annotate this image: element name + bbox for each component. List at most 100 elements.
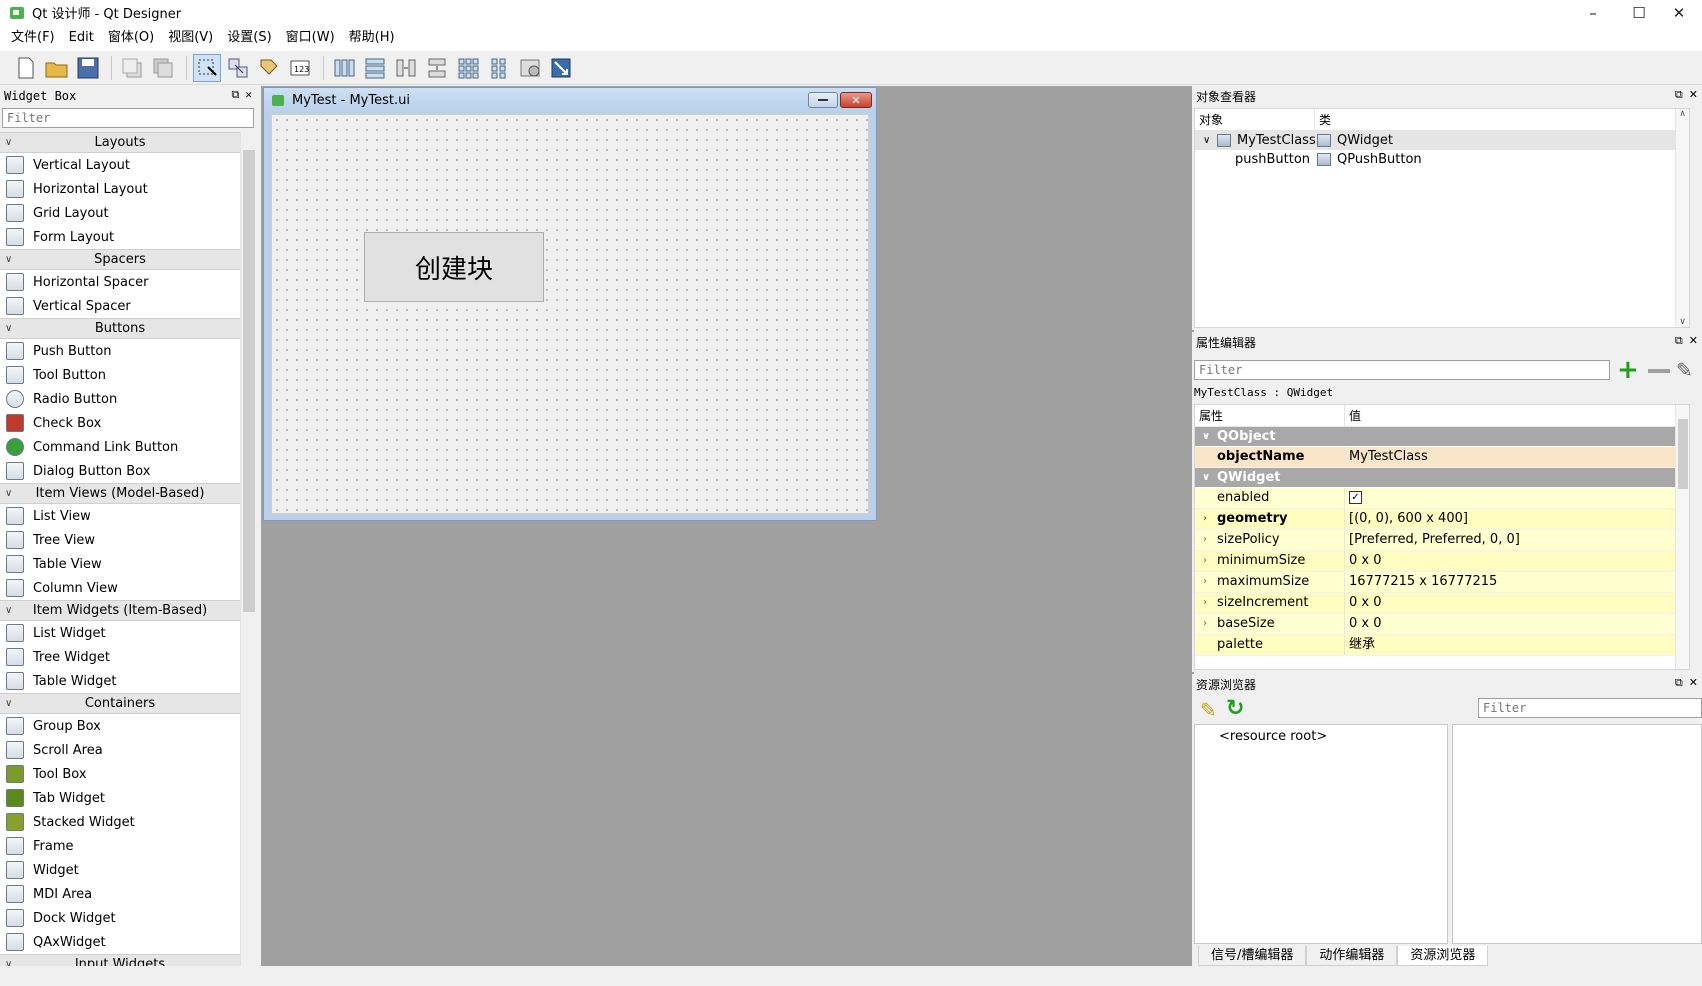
layout-grid-icon[interactable] xyxy=(454,54,482,82)
list-item[interactable]: Table View xyxy=(0,552,240,576)
menu-view[interactable]: 视图(V) xyxy=(161,25,220,51)
list-item[interactable]: Vertical Layout xyxy=(0,153,240,177)
menu-window[interactable]: 窗口(W) xyxy=(279,25,342,51)
refresh-icon[interactable]: ↻ xyxy=(1226,696,1244,721)
list-item[interactable]: Command Link Button xyxy=(0,435,240,459)
category-layouts[interactable]: ∨ Layouts xyxy=(0,132,240,153)
resource-filter-input[interactable] xyxy=(1478,698,1702,718)
list-item[interactable]: Column View xyxy=(0,576,240,600)
chevron-right-icon[interactable]: › xyxy=(1203,530,1207,550)
group-qobject[interactable]: ∨ QObject xyxy=(1195,427,1689,447)
list-item[interactable]: Scroll Area xyxy=(0,738,240,762)
table-row[interactable]: › sizeIncrement 0 x 0 xyxy=(1195,593,1689,614)
category-input-widgets[interactable]: ∨ Input Widgets xyxy=(0,954,240,966)
category-containers[interactable]: ∨ Containers xyxy=(0,693,240,714)
list-item[interactable]: Form Layout xyxy=(0,225,240,249)
form-title-bar[interactable]: MyTest - MyTest.ui ✕ xyxy=(264,88,876,112)
push-button[interactable]: 创建块 xyxy=(364,232,544,302)
menu-settings[interactable]: 设置(S) xyxy=(220,25,278,51)
copy-icon[interactable] xyxy=(118,54,146,82)
list-item[interactable]: Check Box xyxy=(0,411,240,435)
layout-horizontal-icon[interactable] xyxy=(330,54,358,82)
list-item[interactable]: Group Box xyxy=(0,714,240,738)
adjust-size-icon[interactable] xyxy=(547,54,575,82)
list-item[interactable]: Tree Widget xyxy=(0,645,240,669)
resource-root-item[interactable]: <resource root> xyxy=(1219,729,1327,744)
layout-form-icon[interactable] xyxy=(485,54,513,82)
category-buttons[interactable]: ∨ Buttons xyxy=(0,318,240,339)
col-object[interactable]: 对象 xyxy=(1195,109,1315,130)
list-item[interactable]: QAxWidget xyxy=(0,930,240,954)
group-qwidget[interactable]: ∨ QWidget xyxy=(1195,468,1689,488)
pencil-icon[interactable]: ✎ xyxy=(1200,698,1217,722)
tree-row[interactable]: pushButton QPushButton xyxy=(1195,150,1689,169)
wrench-icon[interactable]: ✎ xyxy=(1676,358,1693,382)
edit-tab-order-icon[interactable]: 123 xyxy=(286,54,314,82)
widget-box-scrollbar[interactable] xyxy=(240,132,256,966)
layout-v-splitter-icon[interactable] xyxy=(423,54,451,82)
list-item[interactable]: Table Widget xyxy=(0,669,240,693)
scrollbar-thumb[interactable] xyxy=(243,150,255,612)
list-item[interactable]: Horizontal Spacer xyxy=(0,270,240,294)
property-filter-input[interactable] xyxy=(1194,360,1610,380)
table-row[interactable]: › sizePolicy [Preferred, Preferred, 0, 0] xyxy=(1195,530,1689,551)
new-file-icon[interactable] xyxy=(12,54,40,82)
float-icon[interactable]: ⧉ xyxy=(1675,88,1683,102)
list-item[interactable]: Tool Button xyxy=(0,363,240,387)
chevron-right-icon[interactable]: › xyxy=(1203,614,1207,634)
chevron-right-icon[interactable]: › xyxy=(1203,551,1207,571)
chevron-right-icon[interactable]: › xyxy=(1203,593,1207,613)
table-row[interactable]: › maximumSize 16777215 x 16777215 xyxy=(1195,572,1689,593)
close-icon[interactable]: ✕ xyxy=(1689,334,1698,348)
list-item[interactable]: Stacked Widget xyxy=(0,810,240,834)
add-property-icon[interactable]: + xyxy=(1617,357,1639,383)
layout-h-splitter-icon[interactable] xyxy=(392,54,420,82)
float-icon[interactable]: ⧉ xyxy=(1675,676,1683,690)
edit-buddies-icon[interactable] xyxy=(255,54,283,82)
save-icon[interactable] xyxy=(74,54,102,82)
tab-action-editor[interactable]: 动作编辑器 xyxy=(1306,946,1398,966)
table-row[interactable]: enabled ✓ xyxy=(1195,488,1689,509)
list-item[interactable]: MDI Area xyxy=(0,882,240,906)
table-row[interactable]: palette 继承 xyxy=(1195,635,1689,656)
open-folder-icon[interactable] xyxy=(43,54,71,82)
list-item[interactable]: List View xyxy=(0,504,240,528)
list-item[interactable]: Vertical Spacer xyxy=(0,294,240,318)
list-item[interactable]: Frame xyxy=(0,834,240,858)
list-item[interactable]: Tree View xyxy=(0,528,240,552)
menu-help[interactable]: 帮助(H) xyxy=(342,25,402,51)
chevron-right-icon[interactable]: › xyxy=(1203,509,1207,529)
list-item[interactable]: List Widget xyxy=(0,621,240,645)
chevron-right-icon[interactable]: › xyxy=(1203,572,1207,592)
layout-vertical-icon[interactable] xyxy=(361,54,389,82)
menu-file[interactable]: 文件(F) xyxy=(4,25,62,51)
list-item[interactable]: Tool Box xyxy=(0,762,240,786)
close-icon[interactable]: ✕ xyxy=(1689,88,1698,102)
list-item[interactable]: Horizontal Layout xyxy=(0,177,240,201)
table-row[interactable]: › minimumSize 0 x 0 xyxy=(1195,551,1689,572)
break-layout-icon[interactable] xyxy=(516,54,544,82)
widget-filter-input[interactable] xyxy=(2,108,254,128)
close-button[interactable]: ✕ xyxy=(1656,0,1702,25)
close-icon[interactable]: ✕ xyxy=(245,88,252,102)
list-item[interactable]: Push Button xyxy=(0,339,240,363)
edit-signals-icon[interactable] xyxy=(224,54,252,82)
list-item[interactable]: Dock Widget xyxy=(0,906,240,930)
scrollbar-thumb[interactable] xyxy=(1678,419,1688,489)
float-icon[interactable]: ⧉ xyxy=(232,88,240,102)
minimize-button[interactable]: – xyxy=(1570,0,1616,25)
col-property[interactable]: 属性 xyxy=(1195,405,1345,426)
form-minimize-button[interactable] xyxy=(808,92,838,108)
enabled-checkbox[interactable]: ✓ xyxy=(1349,491,1362,504)
list-item[interactable]: Radio Button xyxy=(0,387,240,411)
col-class[interactable]: 类 xyxy=(1315,109,1331,130)
list-item[interactable]: Tab Widget xyxy=(0,786,240,810)
list-item[interactable]: Dialog Button Box xyxy=(0,459,240,483)
remove-property-icon[interactable] xyxy=(1648,369,1670,373)
tab-resource-browser[interactable]: 资源浏览器 xyxy=(1397,946,1489,966)
menu-edit[interactable]: Edit xyxy=(62,25,101,51)
category-item-views[interactable]: ∨ Item Views (Model-Based) xyxy=(0,483,240,504)
table-row[interactable]: objectName MyTestClass xyxy=(1195,447,1689,468)
paste-icon[interactable] xyxy=(149,54,177,82)
edit-widgets-icon[interactable] xyxy=(193,53,221,82)
